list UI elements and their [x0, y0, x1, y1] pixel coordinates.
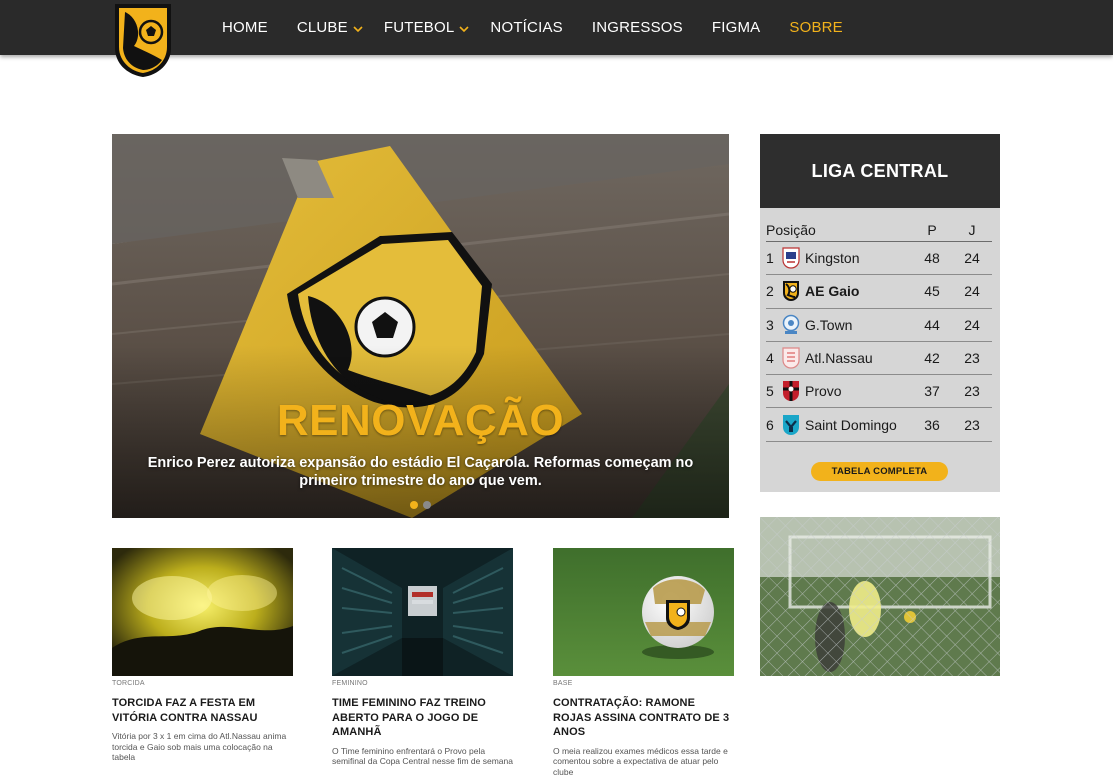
nav-item-label: FUTEBOL — [383, 19, 455, 36]
table-row[interactable]: 5 Provo 37 23 — [766, 375, 992, 409]
row-games: 23 — [964, 383, 980, 400]
header-games: J — [968, 221, 976, 238]
nav-item-ingressos[interactable]: INGRESSOS — [592, 19, 683, 36]
provo-crest-icon — [783, 381, 799, 402]
table-row[interactable]: 2 AE Gaio 45 24 — [766, 275, 992, 309]
row-points: 37 — [924, 383, 940, 400]
news-category: BASE — [553, 680, 573, 687]
club-logo[interactable] — [112, 2, 174, 78]
row-position: 5 — [766, 383, 774, 400]
nav-item-clube[interactable]: CLUBE — [297, 19, 363, 36]
table-row[interactable]: 4 Atl.Nassau 42 23 — [766, 342, 992, 376]
table-row[interactable]: 3 G.Town 44 24 — [766, 309, 992, 342]
saint-domingo-crest-icon — [783, 414, 799, 435]
row-points: 48 — [924, 250, 940, 267]
news-image-feminino — [332, 548, 513, 676]
row-team: Provo — [805, 383, 842, 400]
nav-item-home[interactable]: HOME — [222, 19, 268, 36]
row-position: 1 — [766, 250, 774, 267]
nav-item-label: INGRESSOS — [591, 19, 683, 36]
atl-nassau-crest-icon — [782, 347, 800, 369]
row-games: 23 — [964, 416, 980, 433]
page: HOME CLUBE FUTEBOL NOTÍCIAS INGRESSOS FI… — [0, 0, 1113, 784]
news-headline[interactable]: TORCIDA FAZ A FESTA EM VITÓRIA CONTRA NA… — [112, 696, 293, 725]
side-photo-training[interactable] — [760, 517, 1000, 676]
nav-item-label: FIGMA — [711, 19, 761, 36]
news-category: FEMININO — [332, 680, 368, 687]
row-team: AE Gaio — [805, 283, 860, 300]
chevron-down-icon — [459, 25, 469, 32]
hero-title: RENOVAÇÃO — [276, 396, 565, 445]
news-card-feminino[interactable]: FEMININO TIME FEMININO FAZ TREINO ABERTO… — [332, 548, 513, 767]
row-position: 3 — [766, 316, 774, 333]
news-card-base[interactable]: BASE CONTRATAÇÃO: RAMONE ROJAS ASSINA CO… — [553, 548, 734, 777]
news-description: Vitória por 3 x 1 em cima do Atl.Nassau … — [112, 731, 287, 762]
row-team: Saint Domingo — [805, 416, 897, 433]
nav-item-label: CLUBE — [296, 19, 348, 36]
full-table-button[interactable]: TABELA COMPLETA — [811, 462, 948, 481]
nav-item-futebol[interactable]: FUTEBOL — [384, 19, 470, 36]
row-position: 6 — [766, 416, 774, 433]
row-games: 24 — [964, 250, 980, 267]
news-description: O meia realizou exames médicos essa tard… — [553, 745, 728, 777]
news-headline[interactable]: CONTRATAÇÃO: RAMONE ROJAS ASSINA CONTRAT… — [553, 696, 734, 740]
carousel-dot-2[interactable] — [423, 501, 431, 509]
table-row[interactable]: 1 Kingston 48 24 — [766, 242, 992, 276]
gtown-crest-icon — [782, 314, 800, 334]
news-image-torcida — [112, 548, 293, 676]
nav-item-sobre[interactable]: SOBRE — [789, 19, 843, 36]
row-points: 44 — [924, 316, 940, 333]
row-games: 24 — [964, 283, 980, 300]
nav-item-noticias[interactable]: NOTÍCIAS — [490, 19, 562, 36]
nav-item-figma[interactable]: FIGMA — [712, 19, 761, 36]
table-row[interactable]: 6 Saint Domingo 36 23 — [766, 408, 992, 442]
news-image-base — [553, 548, 734, 676]
row-team: Kingston — [805, 250, 860, 267]
league-table-widget: LIGA CENTRAL Posição P J 1 Kingston 48 2… — [760, 134, 1000, 492]
news-description: O Time feminino enfrentará o Provo pela … — [332, 745, 513, 767]
row-points: 42 — [924, 350, 940, 367]
news-category: TORCIDA — [112, 680, 145, 687]
row-position: 2 — [766, 283, 774, 300]
league-title: LIGA CENTRAL — [760, 134, 1000, 208]
nav-item-label: HOME — [222, 19, 268, 36]
row-points: 45 — [924, 283, 940, 300]
kingston-crest-icon — [782, 247, 800, 269]
header-position: Posição — [766, 221, 816, 238]
training-image — [760, 517, 1000, 676]
news-headline[interactable]: TIME FEMININO FAZ TREINO ABERTO PARA O J… — [332, 696, 513, 740]
ae-gaio-crest-icon — [783, 281, 799, 302]
standings-table: Posição P J 1 Kingston 48 24 2 AE Gaio 4… — [766, 218, 992, 442]
row-position: 4 — [766, 350, 774, 367]
news-card-torcida[interactable]: TORCIDA TORCIDA FAZ A FESTA EM VITÓRIA C… — [112, 548, 293, 763]
hero-subtitle: Enrico Perez autoriza expansão do estádi… — [147, 455, 694, 489]
header-points: P — [927, 221, 937, 238]
nav-item-label: SOBRE — [789, 19, 843, 36]
row-team: G.Town — [805, 316, 853, 333]
chevron-down-icon — [353, 25, 363, 32]
standings-header: Posição P J — [766, 218, 992, 242]
row-games: 23 — [964, 350, 980, 367]
hero-carousel[interactable]: RENOVAÇÃO Enrico Perez autoriza expansão… — [112, 134, 729, 518]
row-team: Atl.Nassau — [805, 350, 873, 367]
nav-item-label: NOTÍCIAS — [490, 19, 563, 36]
main-menu: HOME CLUBE FUTEBOL NOTÍCIAS INGRESSOS FI… — [222, 0, 872, 55]
carousel-dot-1[interactable] — [410, 501, 418, 509]
row-games: 24 — [964, 316, 980, 333]
carousel-dots — [112, 501, 729, 509]
row-points: 36 — [924, 416, 940, 433]
